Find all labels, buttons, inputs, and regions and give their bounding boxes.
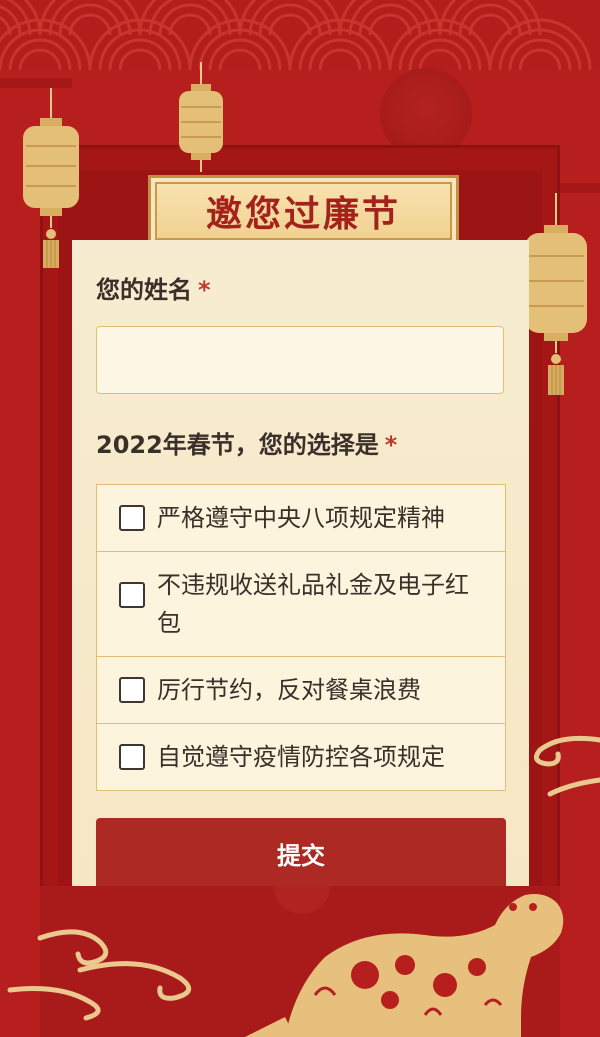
checkbox[interactable]	[119, 744, 145, 770]
lantern-icon	[525, 193, 587, 395]
choice-question-label: 2022年春节，您的选择是 *	[96, 425, 397, 460]
lantern-icon	[179, 62, 223, 172]
checkbox[interactable]	[119, 677, 145, 703]
page: 邀您过廉节 您的姓名 * 2022年春节，您的选择是 * 严格遵守中央八项规定精神 …	[0, 0, 600, 1037]
option-label: 严格遵守中央八项规定精神	[157, 504, 445, 532]
checkbox[interactable]	[119, 582, 145, 608]
tiger-papercut-icon	[245, 894, 564, 1037]
choice-question-text: 2022年春节，您的选择是	[96, 431, 379, 459]
required-mark: *	[198, 276, 211, 304]
name-question-text: 您的姓名	[96, 276, 192, 304]
option-item[interactable]: 厉行节约，反对餐桌浪费	[96, 656, 506, 723]
submit-button[interactable]: 提交	[96, 818, 506, 888]
option-item[interactable]: 严格遵守中央八项规定精神	[96, 484, 506, 551]
option-list: 严格遵守中央八项规定精神 不违规收送礼品礼金及电子红包 厉行节约，反对餐桌浪费 …	[96, 484, 506, 791]
option-label: 自觉遵守疫情防控各项规定	[157, 743, 445, 771]
page-title: 邀您过廉节	[205, 193, 401, 235]
option-item[interactable]: 不违规收送礼品礼金及电子红包	[96, 551, 506, 656]
lantern-pole-left	[0, 78, 72, 88]
title-plaque: 邀您过廉节	[148, 175, 459, 247]
option-item[interactable]: 自觉遵守疫情防控各项规定	[96, 723, 506, 791]
name-input[interactable]	[96, 326, 504, 394]
option-label: 厉行节约，反对餐桌浪费	[157, 676, 421, 704]
cloud-swirl-icon	[533, 735, 600, 797]
checkbox[interactable]	[119, 505, 145, 531]
name-question-label: 您的姓名 *	[96, 270, 211, 305]
cloud-swirl-icon	[7, 929, 192, 1021]
option-label: 不违规收送礼品礼金及电子红包	[157, 571, 469, 637]
required-mark: *	[384, 431, 398, 459]
wave-pattern-icon	[0, 0, 600, 70]
